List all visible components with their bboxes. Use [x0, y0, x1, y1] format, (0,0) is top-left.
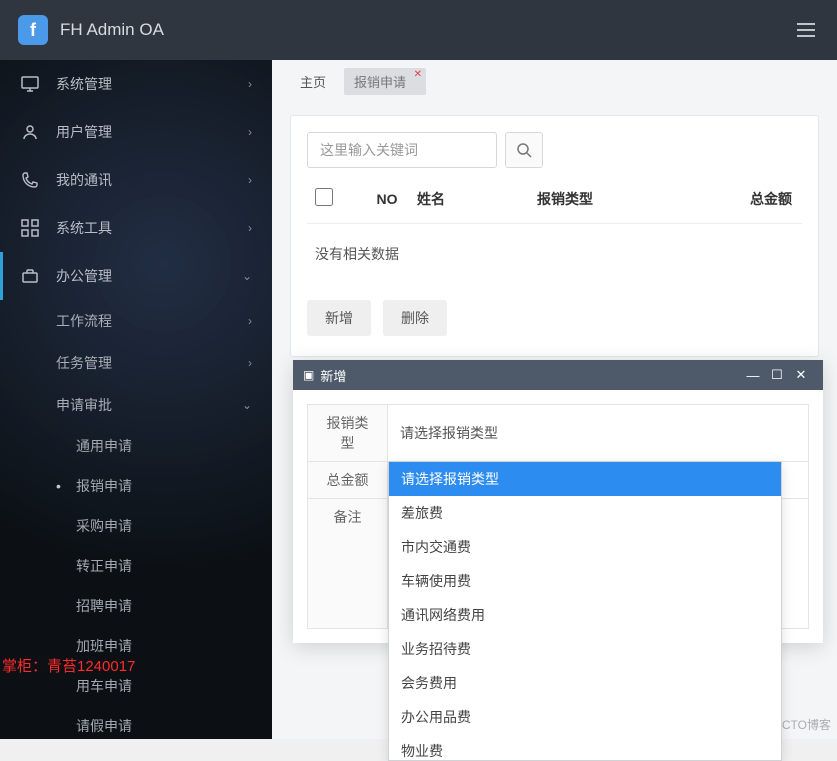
- sidebar-leaf-purchase-apply[interactable]: 采购申请: [0, 506, 272, 546]
- sidebar-leaf-car-apply[interactable]: 用车申请: [0, 666, 272, 706]
- sidebar-sub-apply-approve[interactable]: 申请审批 ⌄: [0, 384, 272, 426]
- minimize-button[interactable]: —: [741, 368, 765, 383]
- table-header: NO 姓名 报销类型 总金额: [307, 168, 802, 224]
- sidebar-item-my-comms[interactable]: 我的通讯 ›: [0, 156, 272, 204]
- modal-header[interactable]: ▣ 新增 — ☐ ✕: [293, 360, 823, 390]
- sidebar-item-label: 任务管理: [56, 353, 112, 373]
- sidebar-item-label: 招聘申请: [76, 596, 132, 616]
- tab-home[interactable]: 主页: [290, 68, 336, 95]
- app-title: FH Admin OA: [60, 20, 793, 40]
- maximize-button[interactable]: ☐: [765, 367, 789, 383]
- search-icon: [517, 143, 532, 158]
- chevron-down-icon: ⌄: [242, 398, 252, 412]
- chevron-right-icon: ›: [248, 77, 252, 91]
- briefcase-icon: [20, 266, 40, 286]
- dropdown-option[interactable]: 办公用品费: [389, 700, 781, 734]
- sidebar-item-label: 申请审批: [56, 395, 112, 415]
- delete-button[interactable]: 删除: [383, 300, 447, 336]
- sidebar-leaf-overtime-apply[interactable]: 加班申请: [0, 626, 272, 666]
- grid-icon: [20, 218, 40, 238]
- column-type: 报销类型: [537, 189, 717, 209]
- search-button[interactable]: [505, 132, 543, 168]
- tab-label: 报销申请: [354, 75, 406, 90]
- hamburger-icon: [797, 23, 815, 37]
- dropdown-option[interactable]: 会务费用: [389, 666, 781, 700]
- sidebar-sub-workflow[interactable]: 工作流程 ›: [0, 300, 272, 342]
- form-table: 报销类型 请选择报销类型 请选择报销类型 差旅费 市内交通费 车辆使用费 通讯网…: [307, 404, 809, 629]
- app-logo: f: [18, 15, 48, 45]
- sidebar-leaf-regular-apply[interactable]: 转正申请: [0, 546, 272, 586]
- add-button[interactable]: 新增: [307, 300, 371, 336]
- chevron-right-icon: ›: [248, 356, 252, 370]
- sidebar-item-label: 系统管理: [56, 74, 112, 94]
- dropdown-option[interactable]: 市内交通费: [389, 530, 781, 564]
- dropdown-option[interactable]: 物业费: [389, 734, 781, 761]
- sidebar-leaf-leave-apply[interactable]: 请假申请: [0, 706, 272, 739]
- sidebar-item-user-manage[interactable]: 用户管理 ›: [0, 108, 272, 156]
- search-row: [307, 132, 802, 168]
- sidebar-item-label: 报销申请: [76, 476, 132, 496]
- tab-expense-apply[interactable]: 报销申请 ✕: [344, 68, 426, 95]
- select-all-checkbox[interactable]: [315, 188, 333, 206]
- sidebar-item-label: 加班申请: [76, 636, 132, 656]
- sidebar: 系统管理 › 用户管理 › 我的通讯 › 系统工具 › 办公管理 ⌄ 工作流程 …: [0, 60, 272, 739]
- sidebar-leaf-expense-apply[interactable]: 报销申请: [0, 466, 272, 506]
- sidebar-item-label: 通用申请: [76, 436, 132, 456]
- field-label-remark: 备注: [308, 499, 388, 629]
- chevron-right-icon: ›: [248, 125, 252, 139]
- tab-bar: 主页 报销申请 ✕: [272, 60, 837, 103]
- dropdown-option[interactable]: 通讯网络费用: [389, 598, 781, 632]
- dropdown-option[interactable]: 车辆使用费: [389, 564, 781, 598]
- sidebar-item-label: 采购申请: [76, 516, 132, 536]
- content-panel: NO 姓名 报销类型 总金额 没有相关数据 新增 删除: [290, 115, 819, 357]
- chevron-down-icon: ⌄: [242, 269, 252, 283]
- sidebar-item-label: 请假申请: [76, 716, 132, 736]
- column-name: 姓名: [417, 189, 537, 209]
- monitor-icon: [20, 74, 40, 94]
- sidebar-leaf-recruit-apply[interactable]: 招聘申请: [0, 586, 272, 626]
- expense-type-select[interactable]: 请选择报销类型: [400, 423, 796, 443]
- chevron-right-icon: ›: [248, 221, 252, 235]
- sidebar-item-label: 工作流程: [56, 311, 112, 331]
- dropdown-option[interactable]: 业务招待费: [389, 632, 781, 666]
- sidebar-item-label: 用车申请: [76, 676, 132, 696]
- column-no: NO: [357, 191, 417, 207]
- add-modal: ▣ 新增 — ☐ ✕ 报销类型 请选择报销类型 请选择报销类型 差旅费 市内交通…: [293, 360, 823, 643]
- dropdown-option[interactable]: 差旅费: [389, 496, 781, 530]
- dropdown-option[interactable]: 请选择报销类型: [389, 462, 781, 496]
- column-amount: 总金额: [717, 189, 802, 209]
- sidebar-item-label: 办公管理: [56, 266, 112, 286]
- phone-icon: [20, 170, 40, 190]
- sidebar-sub-task-manage[interactable]: 任务管理 ›: [0, 342, 272, 384]
- sidebar-leaf-general-apply[interactable]: 通用申请: [0, 426, 272, 466]
- search-input[interactable]: [307, 132, 497, 168]
- chevron-right-icon: ›: [248, 314, 252, 328]
- sidebar-item-office-manage[interactable]: 办公管理 ⌄: [0, 252, 272, 300]
- field-label-type: 报销类型: [308, 405, 388, 462]
- sidebar-item-label: 我的通讯: [56, 170, 112, 190]
- modal-body: 报销类型 请选择报销类型 请选择报销类型 差旅费 市内交通费 车辆使用费 通讯网…: [293, 390, 823, 643]
- sidebar-item-system-manage[interactable]: 系统管理 ›: [0, 60, 272, 108]
- action-row: 新增 删除: [307, 284, 802, 340]
- field-cell-type: 请选择报销类型 请选择报销类型 差旅费 市内交通费 车辆使用费 通讯网络费用 业…: [388, 405, 809, 462]
- app-header: f FH Admin OA: [0, 0, 837, 60]
- menu-toggle-button[interactable]: [793, 19, 819, 41]
- close-button[interactable]: ✕: [789, 367, 813, 383]
- modal-title: 新增: [320, 366, 346, 385]
- expense-type-dropdown: 请选择报销类型 差旅费 市内交通费 车辆使用费 通讯网络费用 业务招待费 会务费…: [388, 461, 782, 761]
- sidebar-item-label: 系统工具: [56, 218, 112, 238]
- window-icon: ▣: [303, 368, 314, 382]
- sidebar-item-label: 用户管理: [56, 122, 112, 142]
- sidebar-item-system-tools[interactable]: 系统工具 ›: [0, 204, 272, 252]
- empty-state: 没有相关数据: [307, 224, 802, 284]
- close-icon[interactable]: ✕: [414, 69, 422, 80]
- field-label-amount: 总金额: [308, 462, 388, 499]
- chevron-right-icon: ›: [248, 173, 252, 187]
- select-all-cell: [307, 188, 357, 209]
- sidebar-item-label: 转正申请: [76, 556, 132, 576]
- user-icon: [20, 122, 40, 142]
